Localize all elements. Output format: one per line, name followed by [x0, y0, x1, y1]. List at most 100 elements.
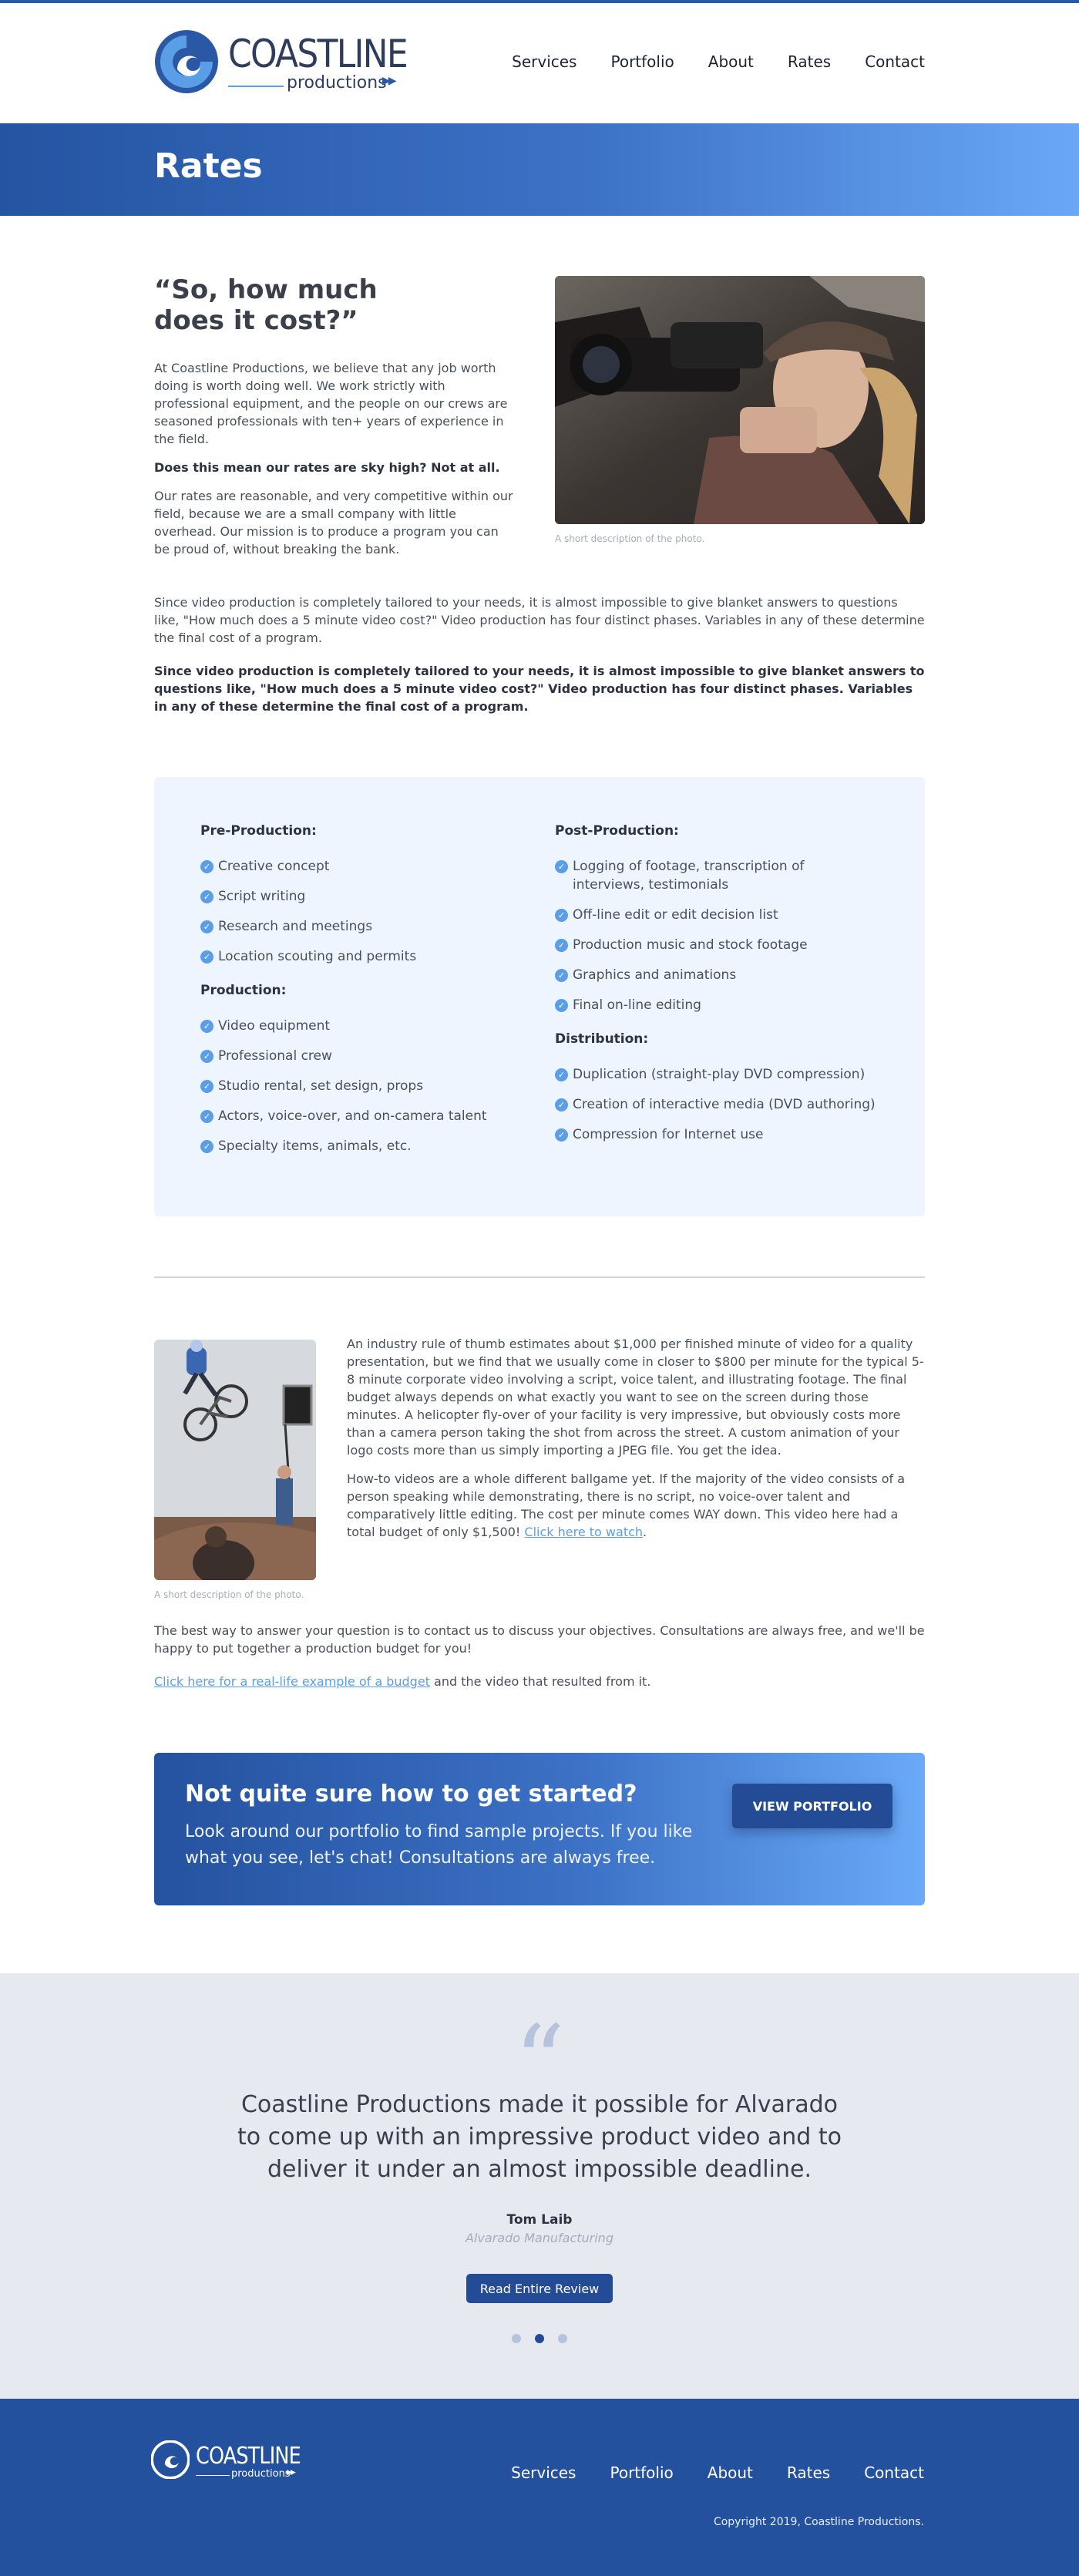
check-icon: ✓: [200, 1050, 213, 1063]
testimonial-quote: Coastline Productions made it possible f…: [237, 2091, 842, 2183]
post-production-list: ✓ Logging of footage, transcription of in…: [555, 857, 879, 1014]
footer-logo-subtitle: productions: [231, 2468, 291, 2480]
post-production-heading: Post-Production:: [555, 823, 679, 839]
carousel-dots: [512, 2334, 567, 2343]
logo-mark-icon: [151, 2440, 190, 2479]
distribution-list: ✓ Duplication (straight-play DVD compress…: [555, 1065, 879, 1144]
budget-paragraph-1: An industry rule of thumb estimates abou…: [347, 1337, 924, 1458]
logo-subtitle: productions: [287, 73, 387, 92]
footer-logo-wordmark: COASTLINE: [196, 2443, 301, 2470]
page-banner: Rates: [0, 123, 1079, 216]
check-icon: ✓: [555, 860, 568, 873]
logo-mark-icon: [155, 30, 218, 93]
services-right-column: Post-Production: ✓ Logging of footage, tr…: [555, 823, 879, 1161]
check-icon: ✓: [200, 890, 213, 903]
budget-text: An industry rule of thumb estimates abou…: [347, 1335, 925, 1552]
services-left-column: Pre-Production: ✓ Creative concept ✓ Scrip…: [200, 823, 524, 1172]
footer-nav-rates[interactable]: Rates: [787, 2463, 830, 2482]
services-box: Pre-Production: ✓ Creative concept ✓ Scrip…: [154, 777, 925, 1216]
check-icon: ✓: [200, 1080, 213, 1093]
budget-example-link[interactable]: Click here for a real-life example of a …: [154, 1674, 430, 1689]
intro-paragraph-5: Since video production is completely tai…: [154, 664, 925, 714]
carousel-dot-2[interactable]: [535, 2334, 544, 2343]
list-item: ✓ Script writing: [200, 887, 524, 906]
footer-nav-services[interactable]: Services: [511, 2463, 576, 2482]
check-icon: ✓: [200, 1110, 213, 1123]
copyright-text: Copyright 2019, Coastline Productions.: [713, 2516, 924, 2528]
intro-heading: “So, how much does it cost?”: [154, 274, 378, 336]
distribution-heading: Distribution:: [555, 1031, 649, 1047]
bmx-photo: [154, 1340, 316, 1580]
logo-underline: [228, 86, 284, 87]
check-icon: ✓: [200, 1020, 213, 1033]
intro-paragraph-3: Our rates are reasonable, and very compe…: [154, 489, 513, 557]
check-icon: ✓: [555, 1068, 568, 1081]
site-header: COASTLINE productions ▶▶ Services Portfo…: [0, 3, 1079, 123]
list-item: ✓ Graphics and animations: [555, 966, 879, 984]
logo-arrows-icon: ▶▶: [382, 75, 396, 87]
testimonial-company: Alvarado Manufacturing: [466, 2231, 613, 2245]
list-item: ✓ Compression for Internet use: [555, 1125, 879, 1144]
list-item: ✓ Specialty items, animals, etc.: [200, 1137, 524, 1155]
production-list: ✓ Video equipment ✓ Professional crew ✓ Stu…: [200, 1017, 524, 1155]
footer-nav-contact[interactable]: Contact: [864, 2463, 924, 2482]
pre-production-heading: Pre-Production:: [200, 823, 317, 839]
watch-video-link[interactable]: Click here to watch: [524, 1525, 643, 1539]
footer-nav-portfolio[interactable]: Portfolio: [610, 2463, 673, 2482]
production-heading: Production:: [200, 983, 287, 998]
list-item: ✓ Professional crew: [200, 1047, 524, 1065]
check-icon: ✓: [555, 1128, 568, 1142]
check-icon: ✓: [200, 1140, 213, 1153]
list-item: ✓ Location scouting and permits: [200, 947, 524, 966]
logo-arrows-icon: ▶▶: [287, 2469, 296, 2477]
logo-wordmark: COASTLINE: [228, 32, 408, 76]
photo-caption: A short description of the photo.: [555, 533, 705, 544]
carousel-dot-3[interactable]: [558, 2334, 567, 2343]
testimonial-section: “ Coastline Productions made it possible…: [0, 1973, 1079, 2399]
footer-logo[interactable]: COASTLINE productions ▶▶: [151, 2440, 313, 2484]
intro-text: At Coastline Productions, we believe tha…: [154, 359, 516, 569]
check-icon: ✓: [200, 920, 213, 933]
list-item: ✓ Research and meetings: [200, 917, 524, 936]
pre-production-list: ✓ Creative concept ✓ Script writing ✓ Resea…: [200, 857, 524, 966]
nav-portfolio[interactable]: Portfolio: [610, 52, 674, 71]
list-item: ✓ Actors, voice-over, and on-camera talen…: [200, 1107, 524, 1125]
nav-rates[interactable]: Rates: [788, 52, 831, 71]
nav-contact[interactable]: Contact: [865, 52, 925, 71]
check-icon: ✓: [555, 909, 568, 922]
check-icon: ✓: [200, 860, 213, 873]
footer-nav-about[interactable]: About: [708, 2463, 753, 2482]
check-icon: ✓: [200, 950, 213, 963]
cta-title: Not quite sure how to get started?: [185, 1781, 637, 1808]
budget-example-paragraph: Click here for a real-life example of a …: [154, 1674, 651, 1689]
intro-paragraph-1: At Coastline Productions, we believe tha…: [154, 361, 508, 446]
camera-operator-photo: [555, 276, 925, 524]
nav-about[interactable]: About: [708, 52, 754, 71]
check-icon: ✓: [555, 999, 568, 1012]
list-item: ✓ Video equipment: [200, 1017, 524, 1035]
carousel-dot-1[interactable]: [512, 2334, 521, 2343]
list-item: ✓ Creation of interactive media (DVD auth…: [555, 1095, 879, 1114]
check-icon: ✓: [555, 939, 568, 952]
list-item: ✓ Logging of footage, transcription of in…: [555, 857, 879, 894]
testimonial-author: Tom Laib: [506, 2212, 573, 2228]
page-title: Rates: [154, 146, 263, 186]
bmx-image: [154, 1340, 316, 1580]
main-nav: Services Portfolio About Rates Contact: [512, 52, 925, 71]
read-review-button[interactable]: Read Entire Review: [466, 2274, 613, 2303]
contact-paragraph: The best way to answer your question is …: [154, 1623, 925, 1656]
intro-paragraph-4: Since video production is completely tai…: [154, 595, 925, 645]
site-logo[interactable]: COASTLINE productions ▶▶: [154, 26, 408, 100]
list-item: ✓ Final on-line editing: [555, 996, 879, 1014]
list-item: ✓ Production music and stock footage: [555, 936, 879, 954]
list-item: ✓ Studio rental, set design, props: [200, 1077, 524, 1095]
list-item: ✓ Duplication (straight-play DVD compress…: [555, 1065, 879, 1084]
list-item: ✓ Creative concept: [200, 857, 524, 876]
section-divider: [154, 1276, 925, 1278]
footer-nav: Services Portfolio About Rates Contact: [511, 2463, 924, 2482]
nav-services[interactable]: Services: [512, 52, 576, 71]
list-item: ✓ Off-line edit or edit decision list: [555, 906, 879, 924]
budget-paragraph-2: How-to videos are a whole different ball…: [347, 1471, 906, 1539]
camera-operator-image: [555, 276, 925, 524]
view-portfolio-button[interactable]: VIEW PORTFOLIO: [732, 1784, 892, 1828]
